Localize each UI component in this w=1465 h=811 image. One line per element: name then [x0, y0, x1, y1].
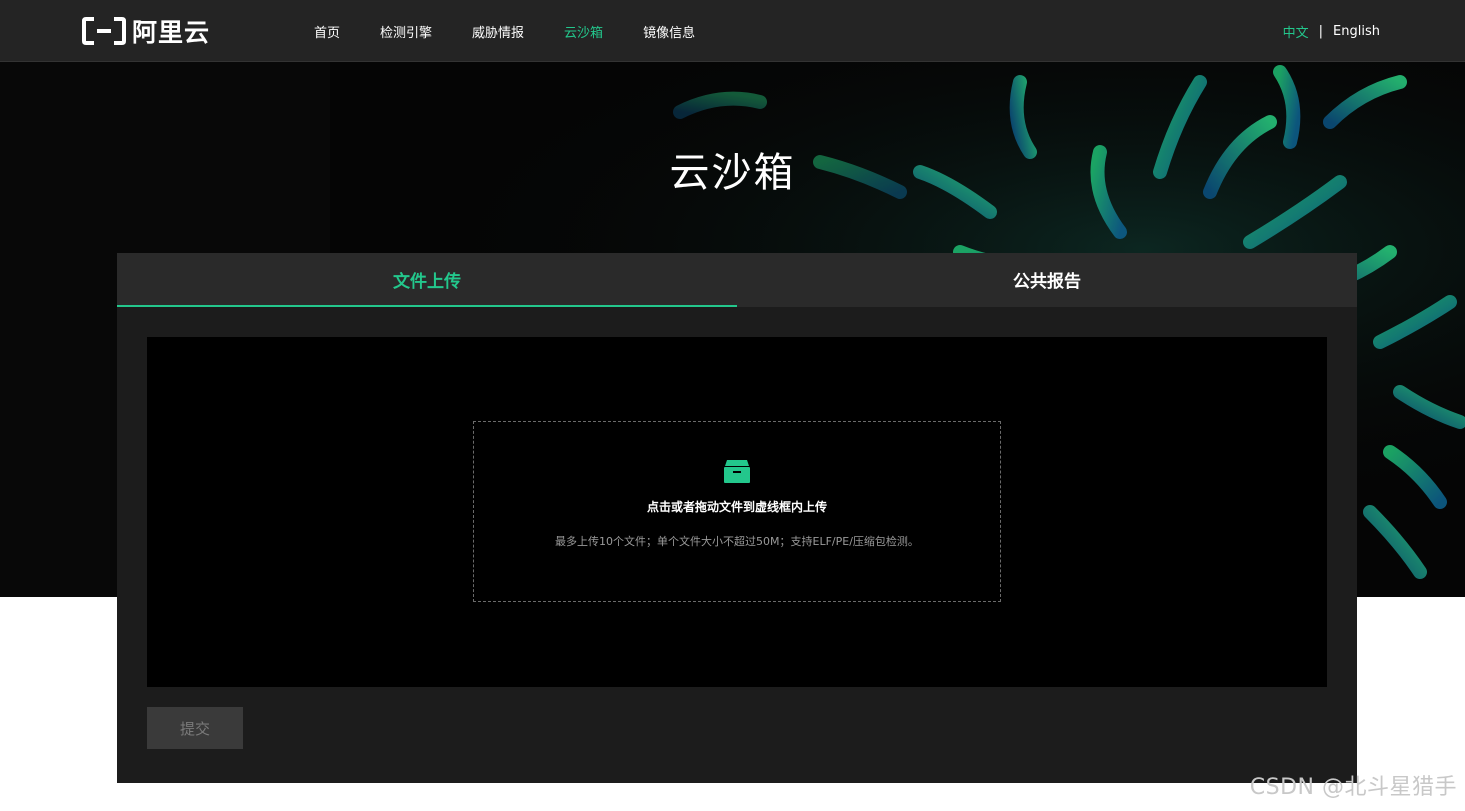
- dropzone-hint: 最多上传10个文件；单个文件大小不超过50M；支持ELF/PE/压缩包检测。: [555, 535, 919, 548]
- dropzone-instruction: 点击或者拖动文件到虚线框内上传: [646, 500, 827, 514]
- file-dropzone[interactable]: 点击或者拖动文件到虚线框内上传 最多上传10个文件；单个文件大小不超过50M；支…: [473, 421, 1001, 602]
- nav-item-threat-intel[interactable]: 威胁情报: [472, 22, 524, 41]
- aliyun-logo-icon: [82, 17, 126, 45]
- main-nav: 首页 检测引擎 威胁情报 云沙箱 镜像信息: [314, 0, 695, 62]
- nav-item-sandbox[interactable]: 云沙箱: [564, 22, 603, 41]
- watermark: CSDN @北斗星猎手: [1249, 775, 1457, 800]
- page: 阿里云 首页 检测引擎 威胁情报 云沙箱 镜像信息 中文 | English 云…: [0, 0, 1465, 811]
- aliyun-logo[interactable]: 阿里云: [82, 15, 210, 47]
- nav-item-image-info[interactable]: 镜像信息: [643, 22, 695, 41]
- language-switcher: 中文 | English: [1283, 0, 1380, 62]
- lang-separator: |: [1318, 23, 1324, 39]
- upload-area: 点击或者拖动文件到虚线框内上传 最多上传10个文件；单个文件大小不超过50M；支…: [147, 337, 1327, 687]
- page-title: 云沙箱: [669, 150, 796, 196]
- logo-text: 阿里云: [132, 18, 211, 47]
- nav-item-home[interactable]: 首页: [314, 22, 340, 41]
- inbox-icon: [724, 460, 750, 483]
- sandbox-panel: 文件上传 公共报告 点击或者拖动文件到虚线框内上传 最多上传10个文件；单个文件…: [117, 253, 1357, 783]
- panel-tabs: 文件上传 公共报告: [117, 253, 1357, 307]
- top-nav-bar: 阿里云 首页 检测引擎 威胁情报 云沙箱 镜像信息 中文 | English: [0, 0, 1465, 62]
- lang-english[interactable]: English: [1333, 24, 1380, 39]
- lang-chinese[interactable]: 中文: [1283, 22, 1309, 41]
- tab-public-reports[interactable]: 公共报告: [737, 253, 1357, 307]
- submit-button[interactable]: 提交: [147, 707, 243, 749]
- tab-file-upload[interactable]: 文件上传: [117, 253, 737, 307]
- nav-item-engines[interactable]: 检测引擎: [380, 22, 432, 41]
